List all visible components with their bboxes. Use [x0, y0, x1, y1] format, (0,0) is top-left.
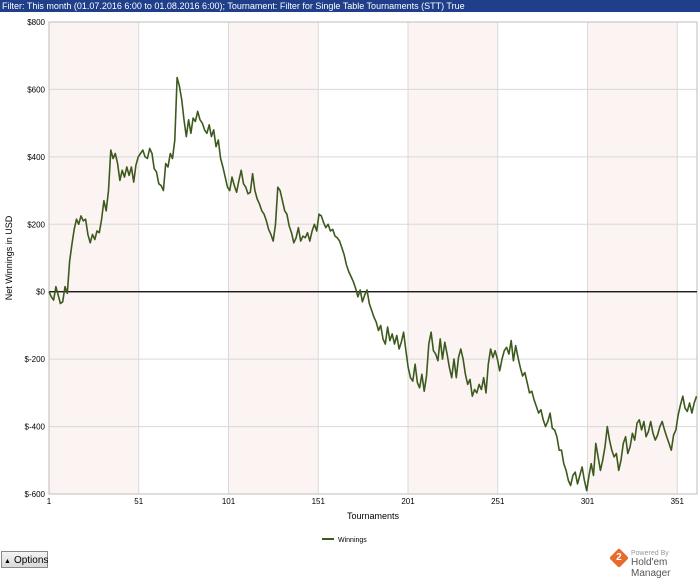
y-tick-label: $800 [27, 18, 45, 27]
filter-text: Filter: This month (01.07.2016 6:00 to 0… [2, 1, 465, 11]
triangle-up-icon: ▲ [4, 558, 11, 565]
plot-band [49, 22, 139, 494]
y-tick-label: $200 [27, 220, 45, 229]
options-button[interactable]: ▲ Options [1, 551, 48, 568]
x-tick-label: 201 [401, 497, 415, 506]
x-tick-label: 151 [312, 497, 326, 506]
x-axis-label: Tournaments [347, 511, 400, 521]
x-tick-label: 251 [491, 497, 505, 506]
x-tick-label: 1 [47, 497, 52, 506]
y-axis-label: Net Winnings in USD [4, 215, 14, 300]
plot-band [497, 22, 588, 494]
plot-band [677, 22, 697, 494]
x-tick-label: 301 [581, 497, 595, 506]
y-tick-label: $-600 [25, 490, 46, 499]
plot-band [408, 22, 498, 494]
y-tick-label: $600 [27, 85, 45, 94]
options-button-label: Options [13, 555, 49, 566]
y-tick-label: $400 [27, 153, 45, 162]
winnings-chart: $-600$-400$-200$0$200$400$600$8001 51 101 1… [4, 18, 698, 544]
filter-bar: Filter: This month (01.07.2016 6:00 to 0… [0, 0, 700, 12]
legend-label: Winnings [338, 537, 367, 544]
x-tick-label: 351 [671, 497, 685, 506]
plot-band [228, 22, 319, 494]
plot-band [587, 22, 678, 494]
hm2-badge-icon: 2 [609, 548, 629, 568]
y-tick-label: $-200 [25, 355, 46, 364]
y-tick-label: $-400 [25, 423, 46, 432]
plot-band [138, 22, 229, 494]
x-tick-label: 51 [134, 497, 143, 506]
holdem-manager-logo: 2 Powered By Hold'em Manager [609, 548, 700, 579]
y-tick-label: $0 [36, 288, 45, 297]
x-tick-label: 101 [222, 497, 236, 506]
plot-band [318, 22, 409, 494]
